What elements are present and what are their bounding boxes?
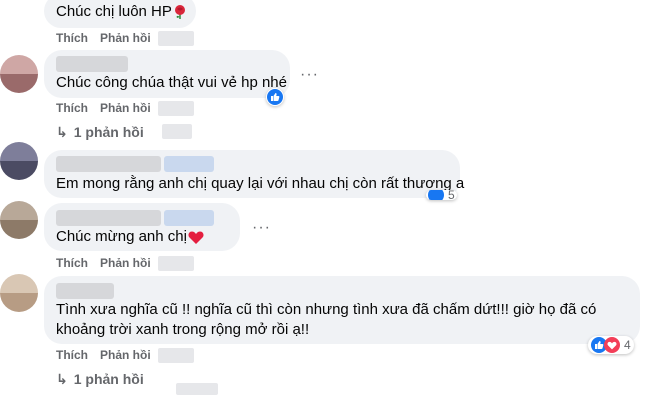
timestamp — [158, 348, 194, 363]
commenter-name[interactable] — [56, 56, 128, 72]
avatar[interactable] — [0, 274, 38, 312]
reaction-summary[interactable]: 5 — [426, 190, 457, 200]
commenter-badge — [164, 156, 214, 172]
timestamp — [158, 31, 194, 46]
commenter-name[interactable] — [56, 156, 161, 172]
commenter-badge — [164, 210, 214, 226]
comment-text: Chúc công chúa thật vui vẻ hp nhé — [56, 74, 287, 91]
replies-label: 1 phản hồi — [73, 371, 144, 387]
reaction-summary[interactable] — [266, 88, 284, 106]
like-action[interactable]: Thích — [56, 348, 88, 362]
comment-text: Chúc mừng anh chị — [56, 228, 187, 245]
like-reaction-icon — [267, 89, 283, 105]
more-options-icon[interactable]: ··· — [252, 219, 271, 237]
avatar[interactable] — [0, 55, 38, 93]
commenter-name[interactable] — [56, 283, 114, 299]
view-replies-link[interactable]: ↳ 1 phản hồi — [56, 371, 144, 388]
replies-label: 1 phản hồi — [73, 124, 144, 140]
blurred-area — [176, 383, 218, 395]
reply-arrow-icon: ↳ — [56, 124, 68, 140]
more-options-icon[interactable]: ··· — [300, 66, 319, 84]
reply-action[interactable]: Phản hồi — [100, 256, 151, 270]
reply-action[interactable]: Phản hồi — [100, 101, 151, 115]
reaction-summary[interactable]: 4 — [588, 336, 634, 354]
love-reaction-icon — [604, 337, 620, 353]
like-reaction-icon — [428, 190, 444, 200]
blurred-area — [162, 124, 192, 139]
comment-text: Em mong rằng anh chị quay lại với nhau c… — [56, 175, 465, 192]
avatar[interactable] — [0, 201, 38, 239]
reply-action[interactable]: Phản hồi — [100, 31, 151, 45]
like-action[interactable]: Thích — [56, 31, 88, 45]
timestamp — [158, 256, 194, 271]
commenter-name[interactable] — [56, 210, 161, 226]
reaction-count: 4 — [624, 338, 631, 352]
red-heart-emoji-icon — [188, 230, 204, 245]
rose-emoji-icon — [172, 4, 188, 20]
reply-arrow-icon: ↳ — [56, 371, 68, 387]
view-replies-link[interactable]: ↳ 1 phản hồi — [56, 124, 144, 141]
avatar[interactable] — [0, 142, 38, 180]
like-action[interactable]: Thích — [56, 101, 88, 115]
timestamp — [158, 101, 194, 116]
reply-action[interactable]: Phản hồi — [100, 348, 151, 362]
reaction-count: 5 — [448, 190, 455, 200]
like-action[interactable]: Thích — [56, 256, 88, 270]
comment-text-line-2: khoảng trời xanh trong rộng mở rồi ạ!! — [56, 321, 310, 338]
comment-text: Chúc chị luôn HP — [56, 3, 172, 20]
comment-text-line-1: Tình xưa nghĩa cũ !! nghĩa cũ thì còn nh… — [56, 301, 597, 318]
